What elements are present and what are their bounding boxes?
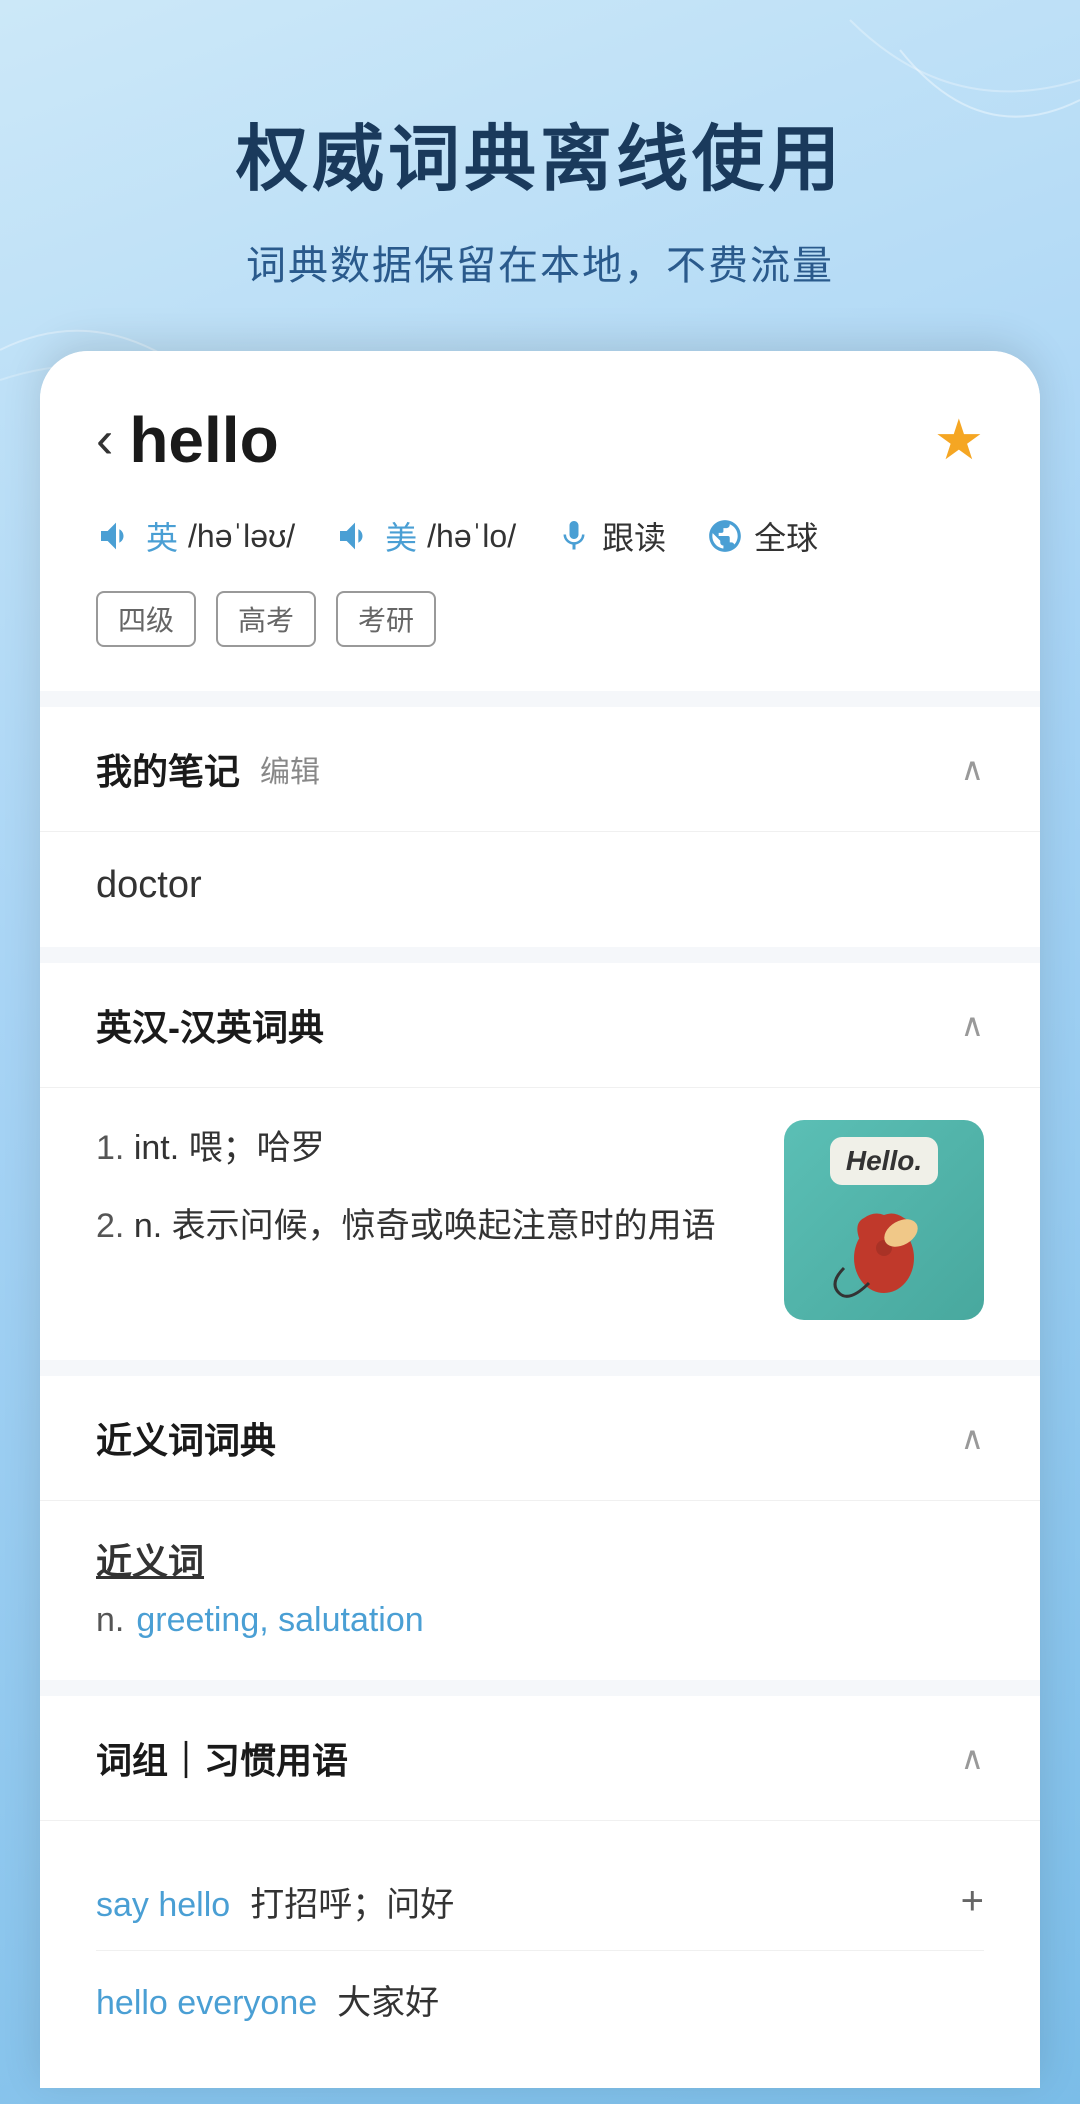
- phrase-item-1: say hello 打招呼；问好 +: [96, 1853, 984, 1951]
- back-button[interactable]: ‹: [96, 414, 113, 466]
- american-label: 美: [385, 513, 417, 559]
- telephone-image: [829, 1193, 939, 1303]
- hero-subtitle: 词典数据保留在本地，不费流量: [60, 233, 1020, 291]
- phrase-item-2: hello everyone 大家好: [96, 1951, 984, 2048]
- entry-2-text: 表示问候，惊奇或唤起注意时的用语: [172, 1207, 716, 1245]
- hello-img-label: Hello.: [830, 1137, 938, 1185]
- tag-cet4: 四级: [96, 591, 196, 647]
- synonyms-title: 近义词词典: [96, 1412, 276, 1464]
- read-along-label: 跟读: [602, 513, 666, 559]
- notes-edit-button[interactable]: 编辑: [260, 747, 320, 791]
- dictionary-section: 英汉-汉英词典 ∧ 1. int. 喂；哈罗 2. n. 表示问候，惊奇或唤起注…: [40, 963, 1040, 1360]
- note-word-text: doctor: [96, 864, 202, 906]
- phrase-1-meaning: 打招呼；问好: [250, 1877, 454, 1926]
- favorite-star-icon[interactable]: ★: [934, 407, 984, 473]
- phrases-collapse-icon[interactable]: ∧: [961, 1739, 984, 1777]
- phrase-2-left: hello everyone 大家好: [96, 1975, 439, 2024]
- phonetics-row: 英 /həˈləʊ/ 美 /həˈlo/ 跟读: [96, 513, 984, 559]
- global-label: 全球: [754, 513, 818, 559]
- american-ipa: /həˈlo/: [427, 518, 516, 555]
- syn-subtitle: 近义词: [96, 1533, 984, 1585]
- british-phonetic[interactable]: 英 /həˈləʊ/: [96, 513, 295, 559]
- tag-yansheng: 考研: [336, 591, 436, 647]
- word-left: ‹ hello: [96, 403, 279, 477]
- british-ipa: /həˈləʊ/: [188, 518, 295, 555]
- phrase-2-word[interactable]: hello everyone: [96, 1984, 317, 2023]
- synonyms-content: 近义词 n. greeting, salutation: [40, 1501, 1040, 1680]
- phrases-content: say hello 打招呼；问好 + hello everyone 大家好: [40, 1821, 1040, 2088]
- entry-2-num: 2.: [96, 1207, 124, 1245]
- british-label: 英: [146, 513, 178, 559]
- tag-gaokao: 高考: [216, 591, 316, 647]
- notes-title: 我的笔记: [96, 743, 240, 795]
- phrases-title: 词组｜习惯用语: [96, 1732, 348, 1784]
- phrase-1-add-icon[interactable]: +: [961, 1879, 984, 1924]
- notes-content: doctor: [40, 832, 1040, 947]
- dictionary-title: 英汉-汉英词典: [96, 999, 324, 1051]
- speaker-british-icon: [96, 516, 136, 556]
- syn-row: n. greeting, salutation: [96, 1601, 984, 1640]
- dict-entry-1: 1. int. 喂；哈罗: [96, 1120, 752, 1178]
- dictionary-card: ‹ hello ★ 英 /həˈləʊ/ 美 /həˈlo/: [40, 351, 1040, 2088]
- entry-1-pos: int.: [134, 1129, 179, 1167]
- entry-1-num: 1.: [96, 1129, 124, 1167]
- phrase-2-meaning: 大家好: [337, 1975, 439, 2024]
- american-phonetic[interactable]: 美 /həˈlo/: [335, 513, 516, 559]
- speaker-american-icon: [335, 516, 375, 556]
- hello-dictionary-image: Hello.: [784, 1120, 984, 1320]
- card-header: ‹ hello ★ 英 /həˈləʊ/ 美 /həˈlo/: [40, 351, 1040, 691]
- main-word: hello: [129, 403, 278, 477]
- global-icon: [706, 517, 744, 555]
- phrases-section-header: 词组｜习惯用语 ∧: [40, 1696, 1040, 1821]
- word-row: ‹ hello ★: [96, 403, 984, 477]
- hero-section: 权威词典离线使用 词典数据保留在本地，不费流量: [0, 0, 1080, 351]
- syn-words[interactable]: greeting, salutation: [136, 1601, 423, 1640]
- entry-1-text: 喂；哈罗: [189, 1129, 325, 1167]
- dictionary-section-header: 英汉-汉英词典 ∧: [40, 963, 1040, 1088]
- phrases-section: 词组｜习惯用语 ∧ say hello 打招呼；问好 + hello every…: [40, 1696, 1040, 2088]
- dict-entry-2: 2. n. 表示问候，惊奇或唤起注意时的用语: [96, 1198, 752, 1256]
- tags-row: 四级 高考 考研: [96, 591, 984, 647]
- entry-2-pos: n.: [134, 1207, 162, 1245]
- dictionary-entries: 1. int. 喂；哈罗 2. n. 表示问候，惊奇或唤起注意时的用语 Hell…: [40, 1088, 1040, 1360]
- dictionary-collapse-icon[interactable]: ∧: [961, 1006, 984, 1044]
- phrase-1-word[interactable]: say hello: [96, 1886, 230, 1925]
- hero-title: 权威词典离线使用: [60, 100, 1020, 205]
- syn-pos: n.: [96, 1601, 124, 1640]
- dict-text-area: 1. int. 喂；哈罗 2. n. 表示问候，惊奇或唤起注意时的用语: [96, 1120, 752, 1320]
- mic-icon: [556, 518, 592, 554]
- synonyms-section-header: 近义词词典 ∧: [40, 1376, 1040, 1501]
- notes-collapse-icon[interactable]: ∧: [961, 750, 984, 788]
- read-along-button[interactable]: 跟读: [556, 513, 666, 559]
- notes-section: 我的笔记 编辑 ∧ doctor: [40, 707, 1040, 947]
- phrase-1-left: say hello 打招呼；问好: [96, 1877, 454, 1926]
- notes-section-header: 我的笔记 编辑 ∧: [40, 707, 1040, 832]
- synonyms-section: 近义词词典 ∧ 近义词 n. greeting, salutation: [40, 1376, 1040, 1680]
- global-button[interactable]: 全球: [706, 513, 818, 559]
- synonyms-collapse-icon[interactable]: ∧: [961, 1419, 984, 1457]
